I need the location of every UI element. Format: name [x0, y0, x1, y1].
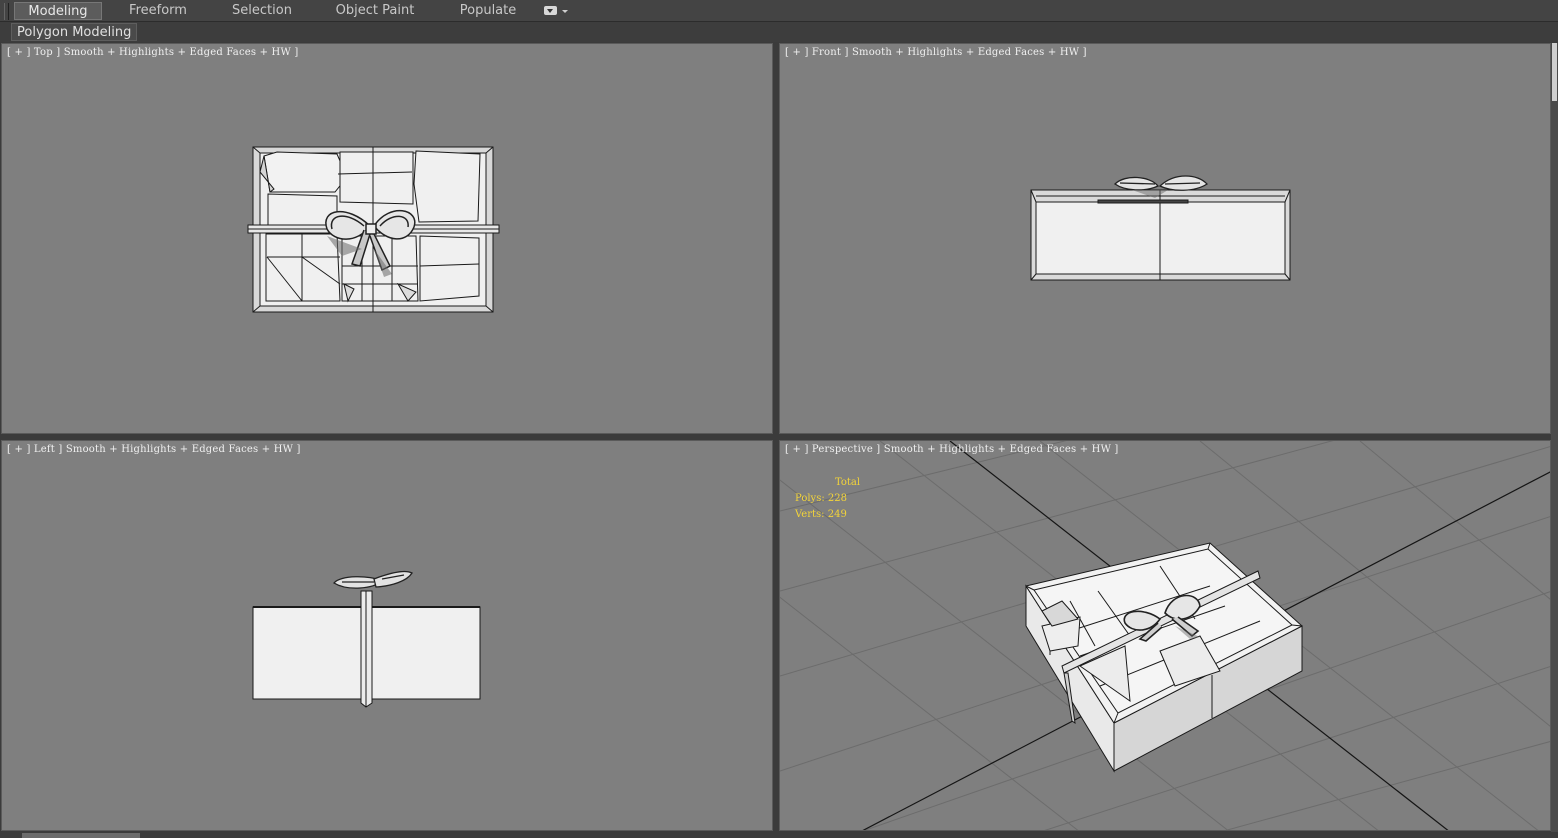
ribbon-panel: Polygon Modeling	[0, 22, 1558, 42]
viewport-perspective[interactable]: [ + ] Perspective ] Smooth + Highlights …	[779, 440, 1551, 831]
perspective-view-gift-box-model	[780, 441, 1550, 830]
viewport-front[interactable]: [ + ] Front ] Smooth + Highlights + Edge…	[779, 43, 1551, 434]
tab-selection[interactable]: Selection	[222, 2, 302, 20]
tab-freeform[interactable]: Freeform	[118, 2, 198, 20]
verts-value: 249	[827, 509, 847, 520]
command-panel-edge	[1551, 43, 1558, 838]
bottom-bar	[0, 832, 1558, 838]
stats-verts: Verts: 249	[795, 507, 860, 523]
scrollbar-thumb[interactable]	[1552, 43, 1557, 101]
stats-polys: Polys: 228	[795, 491, 860, 507]
front-view-gift-box-model	[1030, 175, 1291, 281]
viewport-top[interactable]: [ + ] Top ] Smooth + Highlights + Edged …	[1, 43, 773, 434]
polys-label: Polys:	[795, 493, 825, 504]
top-view-gift-box-model	[247, 146, 500, 313]
statistics-overlay: Total Polys: 228 Verts: 249	[795, 475, 860, 523]
ribbon-tab-bar: Modeling Freeform Selection Object Paint…	[0, 0, 1558, 22]
viewport-label-top[interactable]: [ + ] Top ] Smooth + Highlights + Edged …	[7, 47, 298, 58]
time-slider[interactable]	[22, 833, 140, 838]
polys-value: 228	[827, 493, 847, 504]
ribbon-options-dropdown-icon[interactable]	[542, 5, 570, 18]
polygon-modeling-button[interactable]: Polygon Modeling	[11, 23, 138, 41]
tab-object-paint[interactable]: Object Paint	[330, 2, 420, 20]
left-view-gift-box-model	[252, 570, 481, 708]
verts-label: Verts:	[795, 509, 825, 520]
viewport-label-left[interactable]: [ + ] Left ] Smooth + Highlights + Edged…	[7, 444, 301, 455]
stats-header: Total	[835, 477, 861, 488]
tab-modeling[interactable]: Modeling	[14, 2, 102, 20]
tab-populate[interactable]: Populate	[448, 2, 528, 20]
viewport-left[interactable]: [ + ] Left ] Smooth + Highlights + Edged…	[1, 440, 773, 831]
viewport-label-perspective[interactable]: [ + ] Perspective ] Smooth + Highlights …	[785, 444, 1119, 455]
ribbon-grip[interactable]	[4, 3, 9, 20]
viewport-label-front[interactable]: [ + ] Front ] Smooth + Highlights + Edge…	[785, 47, 1087, 58]
